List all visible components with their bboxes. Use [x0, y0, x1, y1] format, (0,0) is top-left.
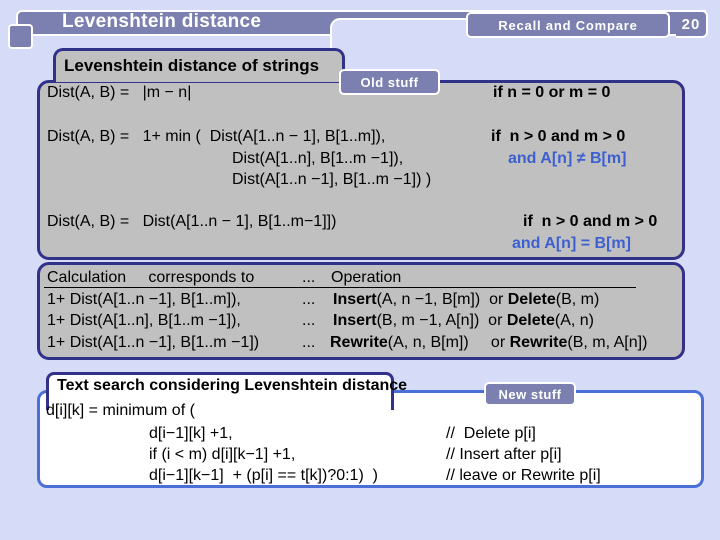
op2-name: Delete: [507, 291, 556, 308]
row-calculation: 1+ Dist(A[1..n], B[1..m −1]),: [47, 312, 241, 329]
title-bar-notch: [330, 18, 470, 48]
row-operation: Insert(B, m −1, A[n]) or Delete(A, n): [333, 312, 594, 330]
code-comment: // Insert after p[i]: [446, 446, 562, 463]
op1-args: (A, n −1, B[m]): [376, 291, 481, 308]
new-stuff-badge: New stuff: [484, 382, 576, 406]
op1-args: (A, n, B[m]): [387, 334, 469, 351]
op-or: or: [468, 334, 510, 351]
row-calculation: 1+ Dist(A[1..n −1], B[1..m]),: [47, 291, 241, 308]
code-text: d[i−1][k−1] + (p[i] == t[k])?0:1) ): [149, 467, 378, 484]
op-or: or: [480, 291, 508, 308]
table-header-calculation: Calculation corresponds to: [47, 269, 255, 286]
old-stuff-badge: Old stuff: [339, 69, 440, 95]
case1-condition: if n = 0 or m = 0: [493, 84, 611, 101]
old-stuff-panel: [37, 80, 685, 260]
op2-args: (B, m, A[n]): [567, 334, 648, 351]
op2-name: Delete: [506, 312, 555, 329]
op2-name: Rewrite: [509, 334, 568, 351]
row-operation: Rewrite(A, n, B[m]) or Rewrite(B, m, A[n…: [330, 334, 647, 352]
old-panel-title: Levenshtein distance of strings: [64, 56, 320, 75]
case2-formula-line1: Dist(A, B) = 1+ min ( Dist(A[1..n − 1], …: [47, 128, 386, 145]
row-dots: ...: [302, 334, 316, 351]
table-header-dots: ...: [302, 269, 316, 286]
op1-name: Insert: [333, 312, 377, 329]
corner-square-icon: [8, 24, 33, 49]
case2-formula-line2: Dist(A[1..n], B[1..m −1]),: [232, 150, 404, 167]
recurrence-intro: d[i][k] = minimum of (: [46, 402, 195, 419]
code-text: d[i−1][k] +1,: [149, 425, 233, 442]
row-dots: ...: [302, 291, 316, 308]
case1-formula: Dist(A, B) = |m − n|: [47, 84, 192, 101]
op-or: or: [479, 312, 507, 329]
row-dots: ...: [302, 312, 316, 329]
code-text: if (i < m) d[i][k−1] +1,: [149, 446, 296, 463]
table-header-operation: Operation: [331, 269, 402, 286]
table-header-rule: [44, 287, 346, 288]
op1-name: Rewrite: [330, 334, 388, 351]
case2-condition: if n > 0 and m > 0: [491, 128, 626, 145]
table-header-rule-right: [330, 287, 636, 288]
op1-name: Insert: [333, 291, 377, 308]
slide-title: Levenshtein distance: [62, 11, 262, 32]
row-calculation: 1+ Dist(A[1..n −1], B[1..m −1]): [47, 334, 260, 351]
section-label: Recall and Compare: [466, 12, 670, 38]
op2-args: (B, m): [555, 291, 600, 308]
op2-args: (A, n): [554, 312, 594, 329]
case2-condition-extra: and A[n] ≠ B[m]: [508, 150, 627, 167]
code-comment: // Delete p[i]: [446, 425, 536, 442]
code-comment: // leave or Rewrite p[i]: [446, 467, 601, 484]
case3-formula: Dist(A, B) = Dist(A[1..n − 1], B[1..m−1]…: [47, 213, 337, 230]
case2-formula-line3: Dist(A[1..n −1], B[1..m −1]) ): [232, 171, 432, 188]
row-operation: Insert(A, n −1, B[m]) or Delete(B, m): [333, 291, 599, 309]
page-number: 20: [676, 10, 708, 38]
case3-condition: if n > 0 and m > 0: [523, 213, 658, 230]
new-panel-title: Text search considering Levenshtein dist…: [57, 377, 408, 394]
op1-args: (B, m −1, A[n]): [376, 312, 480, 329]
case3-condition-extra: and A[n] = B[m]: [512, 235, 631, 252]
